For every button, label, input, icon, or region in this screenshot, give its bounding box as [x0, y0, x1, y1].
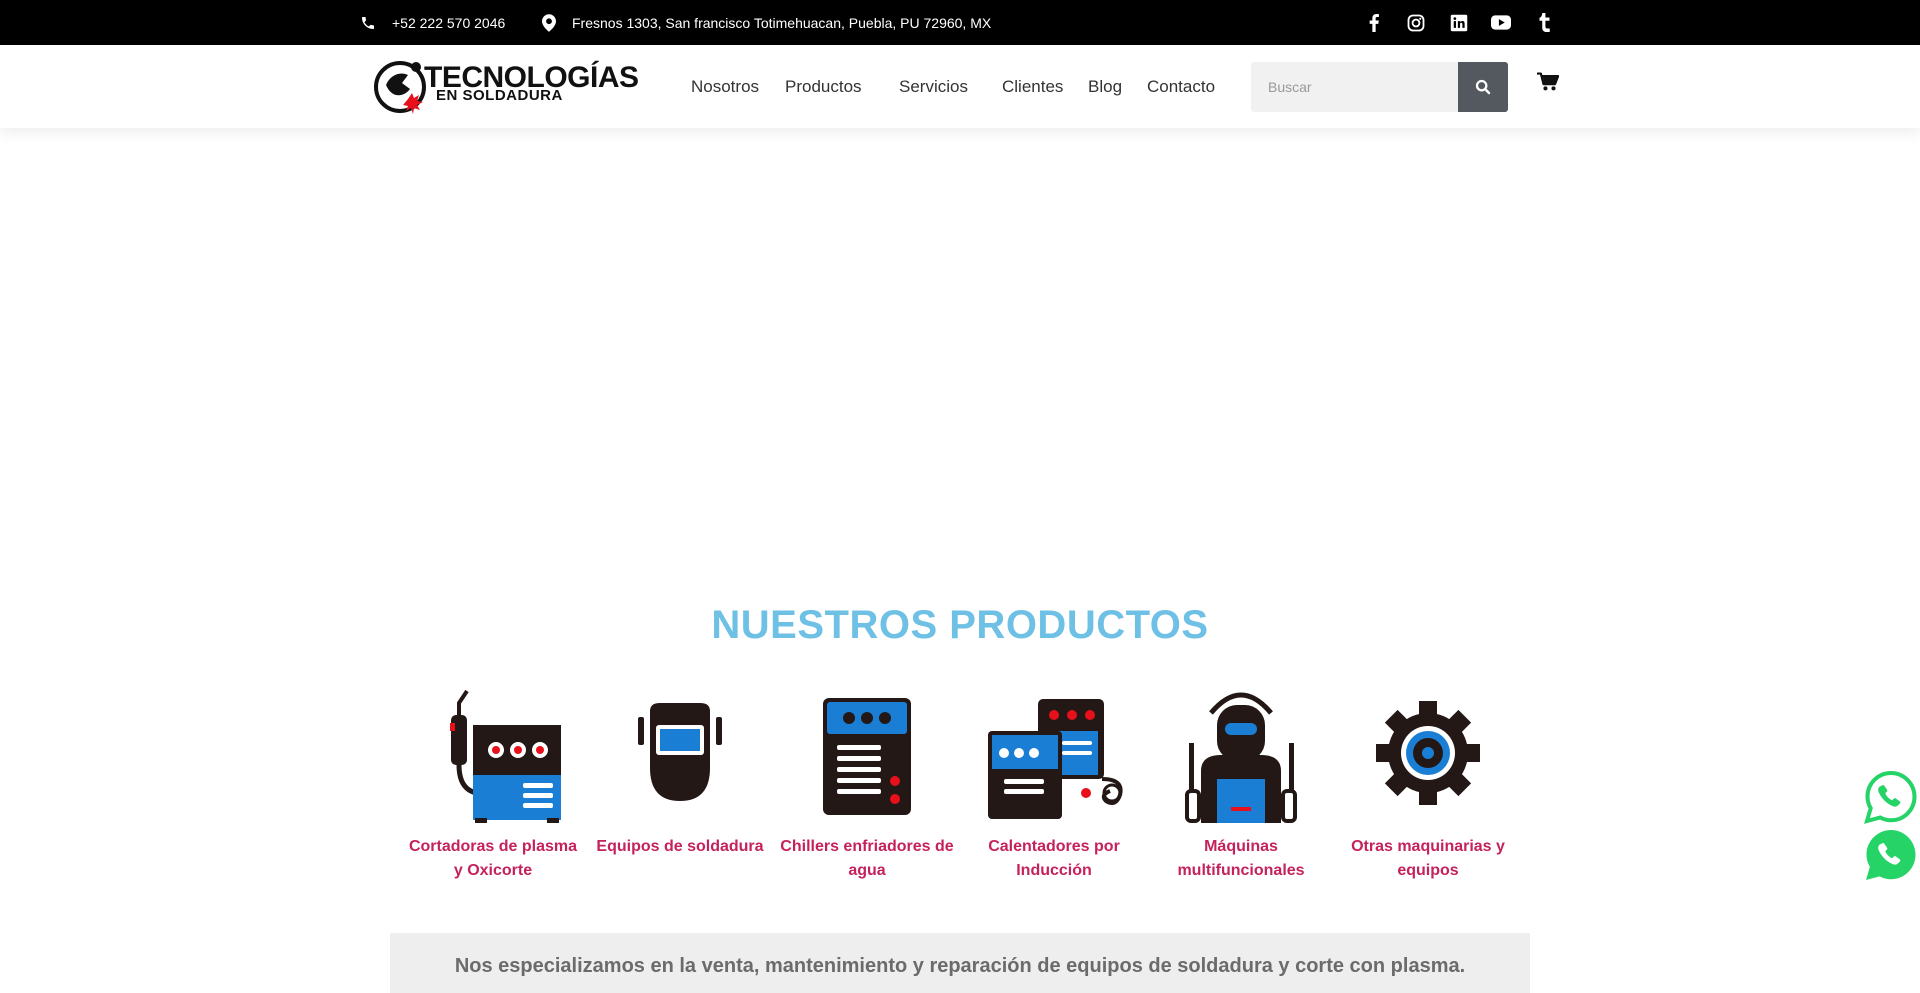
whatsapp-icon [1864, 770, 1917, 824]
gear-icon [1376, 701, 1480, 805]
product-label-line1: Calentadores por [988, 838, 1120, 855]
facebook-icon[interactable] [1362, 0, 1386, 45]
product-label-line2: equipos [1397, 862, 1459, 879]
plasma-cutter-icon [450, 689, 561, 823]
whatsapp-icon [1866, 830, 1916, 880]
product-label-line2: multifuncionales [1177, 862, 1305, 879]
product-card-plasma[interactable]: Cortadoras de plasma y Oxicorte [403, 683, 583, 883]
product-card-otras[interactable]: Otras maquinarias y equipos [1338, 683, 1518, 883]
product-card-multifuncionales[interactable]: Máquinas multifuncionales [1151, 683, 1331, 883]
product-label-line2: agua [848, 862, 886, 879]
product-label-line1: Máquinas [1204, 838, 1278, 855]
address-text: Fresnos 1303, San francisco Totimehuacan… [572, 14, 992, 31]
instagram-icon[interactable] [1404, 0, 1428, 45]
search-icon [1475, 79, 1491, 95]
nav-nosotros[interactable]: Nosotros [691, 45, 759, 128]
cart-icon[interactable] [1537, 72, 1563, 98]
product-label-line1: Equipos de soldadura [596, 838, 764, 855]
search-input[interactable]: Buscar [1251, 62, 1458, 112]
logo-subtitle: EN SOLDADURA [436, 87, 563, 104]
nav-productos[interactable]: Productos [785, 45, 862, 128]
specialization-banner: Nos especializamos en la venta, mantenim… [390, 933, 1530, 993]
induction-heater-icon [988, 699, 1123, 819]
site-header: TECNOLOGÍAS EN SOLDADURA Nosotros Produc… [0, 45, 1920, 128]
linkedin-icon[interactable] [1447, 0, 1471, 45]
search-button[interactable] [1458, 62, 1508, 112]
products-section-title: NUESTROS PRODUCTOS [711, 603, 1209, 647]
product-card-soldadura[interactable]: Equipos de soldadura [590, 683, 770, 859]
whatsapp-button[interactable] [1863, 827, 1919, 883]
phone-link[interactable]: +52 222 570 2046 [360, 0, 505, 45]
phone-icon [362, 16, 374, 29]
welding-mask-icon [638, 703, 722, 801]
product-label-line2: Inducción [1016, 862, 1092, 879]
site-logo[interactable]: TECNOLOGÍAS EN SOLDADURA [372, 55, 639, 117]
welder-person-icon [1185, 692, 1297, 823]
tumblr-icon[interactable] [1532, 0, 1556, 45]
nav-clientes[interactable]: Clientes [1002, 45, 1063, 128]
product-label-line1: Chillers enfriadores de [780, 838, 954, 855]
chiller-icon [823, 698, 911, 815]
address-link[interactable]: Fresnos 1303, San francisco Totimehuacan… [542, 0, 991, 45]
product-card-induccion[interactable]: Calentadores por Inducción [964, 683, 1144, 883]
nav-blog[interactable]: Blog [1088, 45, 1122, 128]
nav-contacto[interactable]: Contacto [1147, 45, 1215, 128]
product-label-line1: Otras maquinarias y [1351, 838, 1505, 855]
phone-number: +52 222 570 2046 [392, 14, 506, 31]
nav-servicios[interactable]: Servicios [899, 45, 968, 128]
product-label-line2: y Oxicorte [453, 862, 533, 879]
whatsapp-outline-button[interactable] [1863, 769, 1919, 825]
map-pin-icon [542, 13, 556, 32]
product-card-chillers[interactable]: Chillers enfriadores de agua [777, 683, 957, 883]
product-label-line1: Cortadoras de plasma [408, 838, 578, 855]
top-bar: +52 222 570 2046 Fresnos 1303, San franc… [0, 0, 1920, 45]
youtube-icon[interactable] [1489, 0, 1513, 45]
